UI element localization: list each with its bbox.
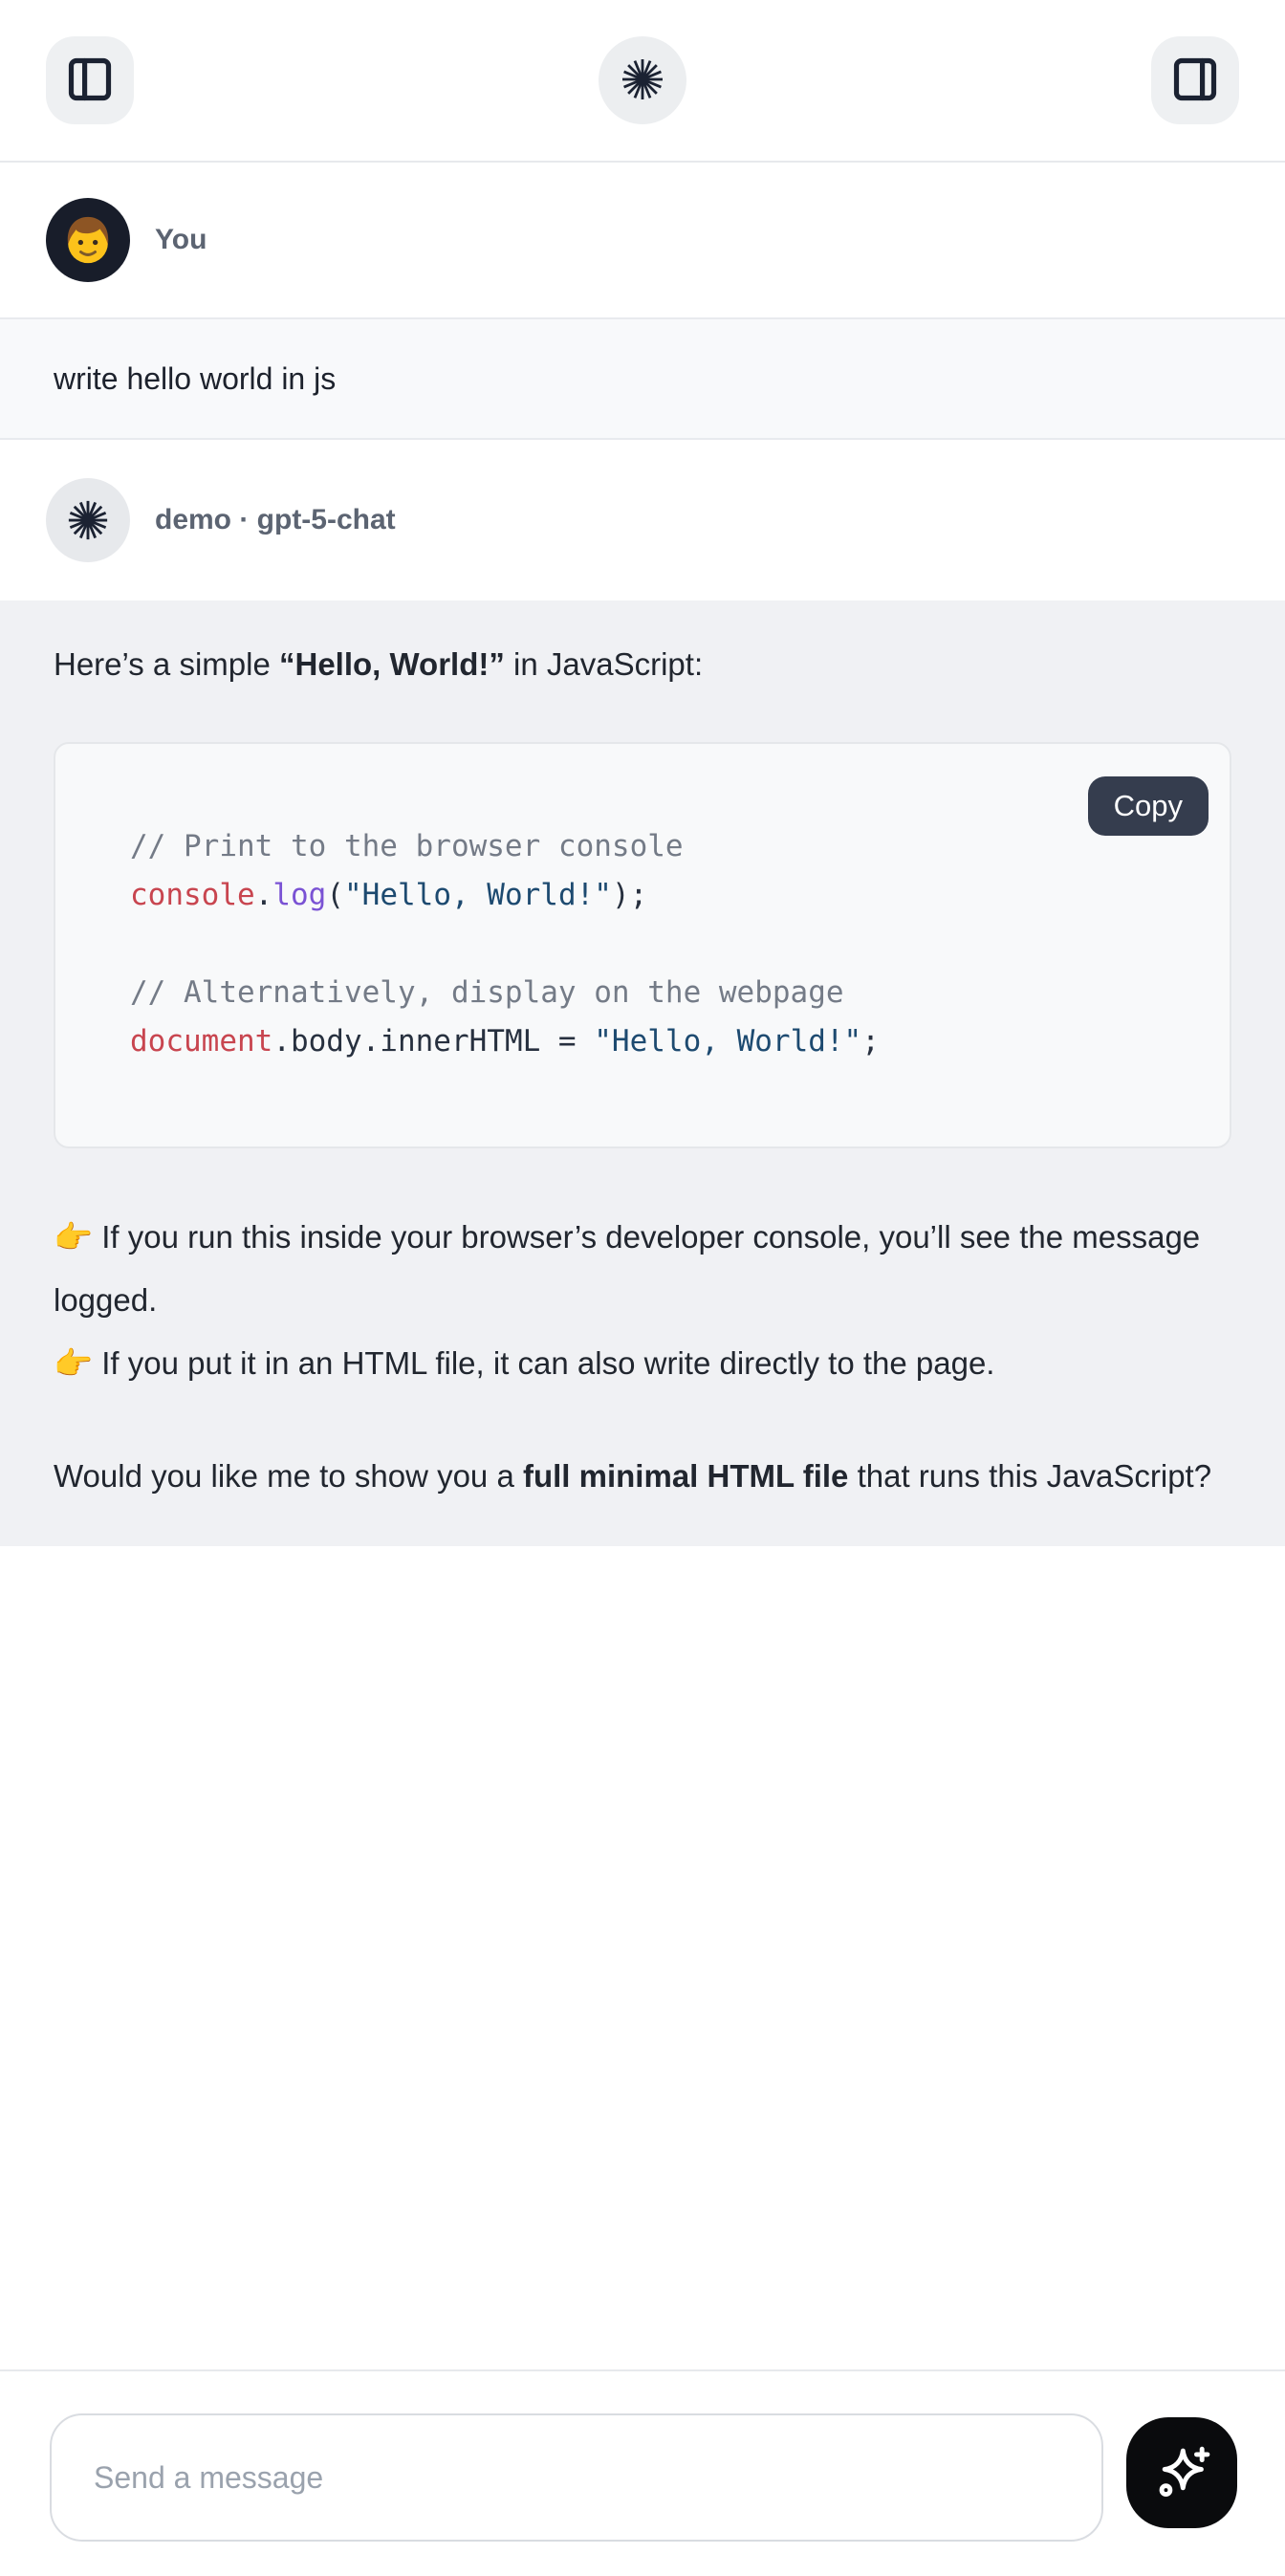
user-avatar-emoji [46,198,130,282]
user-message-bubble: write hello world in js [0,317,1285,440]
assistant-author-row: demo · gpt-5-chat [0,440,1285,600]
code-block: // Print to the browser console console.… [55,744,1230,1146]
user-author-label: You [155,224,207,256]
assistant-message: Here’s a simple “Hello, World!” in JavaS… [0,600,1285,1546]
code-line: // Alternatively, display on the webpage [130,969,1191,1017]
code-line-empty [130,920,1191,969]
code-line: document.body.innerHTML = "Hello, World!… [130,1017,1191,1066]
top-bar [0,0,1285,163]
send-button[interactable] [1126,2417,1237,2528]
panel-left-icon [65,55,115,107]
code-line: console.log("Hello, World!"); [130,871,1191,920]
copy-button[interactable]: Copy [1088,776,1209,836]
user-author-row: You [0,163,1285,317]
assistant-intro-text: Here’s a simple “Hello, World!” in JavaS… [54,633,1231,696]
code-line: // Print to the browser console [130,822,1191,871]
model-logo-button[interactable] [599,36,686,124]
code-block-card: Copy // Print to the browser console con… [54,742,1231,1148]
sparkles-icon [1152,2442,1211,2504]
assistant-tips-paragraph: 👉 If you run this inside your browser’s … [54,1206,1231,1395]
right-panel-toggle-button[interactable] [1151,36,1239,124]
panel-right-icon [1170,55,1220,107]
sidebar-toggle-button[interactable] [46,36,134,124]
starburst-logo-icon [620,56,665,105]
assistant-model-label: demo · gpt-5-chat [155,504,396,536]
composer-bar [0,2369,1285,2576]
user-message-text: write hello world in js [54,348,1231,409]
tip-line-1: 👉 If you run this inside your browser’s … [54,1206,1231,1332]
message-input[interactable] [50,2413,1103,2542]
tip-line-2: 👉 If you put it in an HTML file, it can … [54,1332,1231,1395]
question-bold-text: full minimal HTML file [523,1458,848,1494]
assistant-question-paragraph: Would you like me to show you a full min… [54,1445,1231,1508]
assistant-avatar [46,478,130,562]
intro-bold-text: “Hello, World!” [279,646,505,682]
